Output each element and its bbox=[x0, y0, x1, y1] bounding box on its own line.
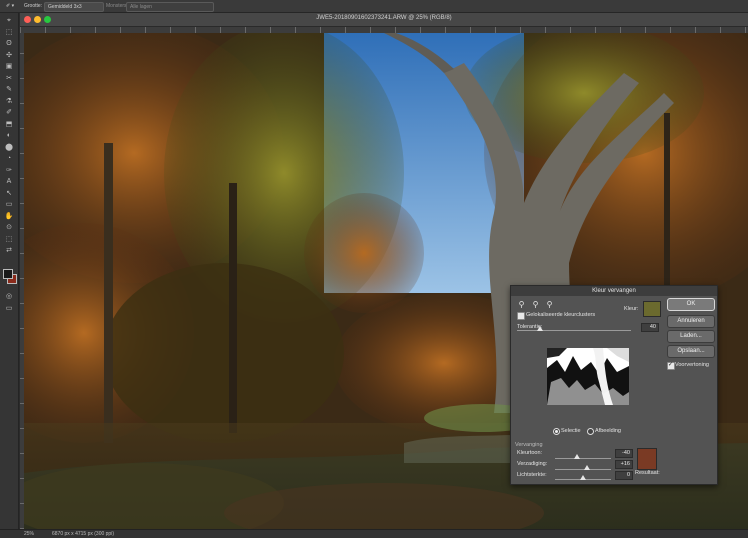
eyedropper-plus-icon[interactable]: ⚲ bbox=[531, 300, 540, 309]
dodge-tool-icon[interactable]: A bbox=[3, 178, 15, 186]
quick-mask-icon[interactable]: ◎ bbox=[3, 293, 15, 301]
slice-tool-icon[interactable]: ✂ bbox=[3, 75, 15, 83]
lightness-label: Lichtsterkte: bbox=[517, 472, 547, 478]
quick-select-tool-icon[interactable]: ✣ bbox=[3, 52, 15, 60]
load-button[interactable]: Laden... bbox=[667, 330, 715, 343]
dialog-title: Kleur vervangen bbox=[511, 286, 717, 296]
sample-size-label: Grootte: bbox=[24, 3, 43, 9]
blur-tool-icon[interactable]: ✑ bbox=[3, 167, 15, 175]
sample-layers-select[interactable]: Alle lagen bbox=[126, 2, 214, 12]
saturation-value-field[interactable]: +16 bbox=[615, 460, 633, 469]
document-title: JWE5-20180901602373241.ARW @ 25% (RGB/8) bbox=[316, 15, 452, 21]
document-info[interactable]: 6870 px x 4715 px (300 ppi) bbox=[52, 531, 114, 537]
hand-tool-icon[interactable]: ⬚ bbox=[3, 236, 15, 244]
color-label: Kleur: bbox=[624, 306, 639, 312]
fuzziness-slider-track[interactable] bbox=[517, 330, 631, 331]
shape-tool-icon[interactable]: ⊙ bbox=[3, 224, 15, 232]
screen-mode-icon[interactable]: ▭ bbox=[3, 305, 15, 313]
localized-clusters-checkbox[interactable] bbox=[517, 312, 525, 320]
sampled-color-swatch[interactable] bbox=[643, 301, 661, 317]
tools-panel: ⌖ ⬚ ʘ ✣ ▣ ✂ ✎ ⚗ ✐ ⬒ ◐ ⬤ ◔ ✑ A ↖ ▭ ✋ ⊙ ⬚ ⇄ ◎ ▭ bbox=[0, 13, 19, 529]
hue-slider-track[interactable] bbox=[555, 458, 611, 459]
zoom-tool-icon[interactable]: ⇄ bbox=[3, 247, 15, 255]
marquee-tool-icon[interactable]: ⬚ bbox=[3, 29, 15, 37]
preview-label: Voorvertoning bbox=[675, 362, 709, 368]
tool-preset-icon[interactable]: ✐ ▾ bbox=[6, 2, 14, 10]
sample-field: Monsters: bbox=[106, 3, 128, 9]
eyedropper-tool-icon[interactable]: ✎ bbox=[3, 86, 15, 94]
eyedropper-minus-icon[interactable]: ⚲ bbox=[545, 300, 554, 309]
eraser-tool-icon[interactable]: ⬤ bbox=[3, 144, 15, 152]
result-label: Resultaat: bbox=[635, 470, 660, 476]
zoom-level[interactable]: 25% bbox=[24, 531, 34, 537]
replace-color-dialog: Kleur vervangen ⚲ ⚲ ⚲ Gelokaliseerde kle… bbox=[510, 285, 718, 485]
lightness-slider-thumb[interactable] bbox=[580, 475, 586, 480]
gradient-tool-icon[interactable]: ◔ bbox=[3, 155, 15, 163]
save-button[interactable]: Opslaan... bbox=[667, 345, 715, 358]
crop-tool-icon[interactable]: ▣ bbox=[3, 63, 15, 71]
view-selection-label: Selectie bbox=[561, 428, 581, 434]
history-brush-tool-icon[interactable]: ◐ bbox=[3, 132, 15, 140]
lightness-value-field[interactable]: 0 bbox=[615, 471, 633, 480]
result-color-swatch[interactable] bbox=[637, 448, 657, 470]
saturation-slider-thumb[interactable] bbox=[584, 465, 591, 470]
view-selection-radio[interactable] bbox=[553, 428, 560, 435]
cancel-button[interactable]: Annuleren bbox=[667, 315, 715, 328]
stamp-tool-icon[interactable]: ⬒ bbox=[3, 121, 15, 129]
document-titlebar: JWE5-20180901602373241.ARW @ 25% (RGB/8) bbox=[20, 13, 748, 27]
lasso-tool-icon[interactable]: ʘ bbox=[3, 40, 15, 48]
type-tool-icon[interactable]: ▭ bbox=[3, 201, 15, 209]
move-tool-icon[interactable]: ⌖ bbox=[3, 17, 15, 25]
path-select-tool-icon[interactable]: ✋ bbox=[3, 213, 15, 221]
sample-size-select[interactable]: Gemiddeld 3x3 bbox=[44, 2, 104, 12]
view-image-radio[interactable] bbox=[587, 428, 594, 435]
view-image-label: Afbeelding bbox=[595, 428, 621, 434]
healing-tool-icon[interactable]: ⚗ bbox=[3, 98, 15, 106]
fuzziness-slider-thumb[interactable] bbox=[536, 326, 543, 331]
pen-tool-icon[interactable]: ↖ bbox=[3, 190, 15, 198]
color-swatches[interactable] bbox=[3, 269, 17, 284]
localized-clusters-label: Gelokaliseerde kleurclusters bbox=[526, 312, 596, 318]
saturation-label: Verzadiging: bbox=[517, 461, 548, 467]
replacement-title: Vervanging bbox=[515, 442, 543, 448]
eyedropper-icon[interactable]: ⚲ bbox=[517, 300, 526, 309]
selection-mask-thumbnail bbox=[547, 348, 629, 405]
hue-value-field[interactable]: -40 bbox=[615, 449, 633, 458]
brush-tool-icon[interactable]: ✐ bbox=[3, 109, 15, 117]
ok-button[interactable]: OK bbox=[667, 298, 715, 311]
selection-preview bbox=[547, 348, 629, 405]
hue-label: Kleurtoon: bbox=[517, 450, 543, 456]
hue-slider-thumb[interactable] bbox=[573, 454, 580, 459]
preview-checkbox[interactable]: ✓ bbox=[667, 362, 675, 370]
options-bar: ✐ ▾ Grootte: Gemiddeld 3x3 Monsters: All… bbox=[0, 0, 748, 13]
saturation-slider-track[interactable] bbox=[555, 469, 611, 470]
foreground-color-swatch[interactable] bbox=[3, 269, 13, 279]
fuzziness-value-field[interactable]: 40 bbox=[641, 323, 659, 332]
